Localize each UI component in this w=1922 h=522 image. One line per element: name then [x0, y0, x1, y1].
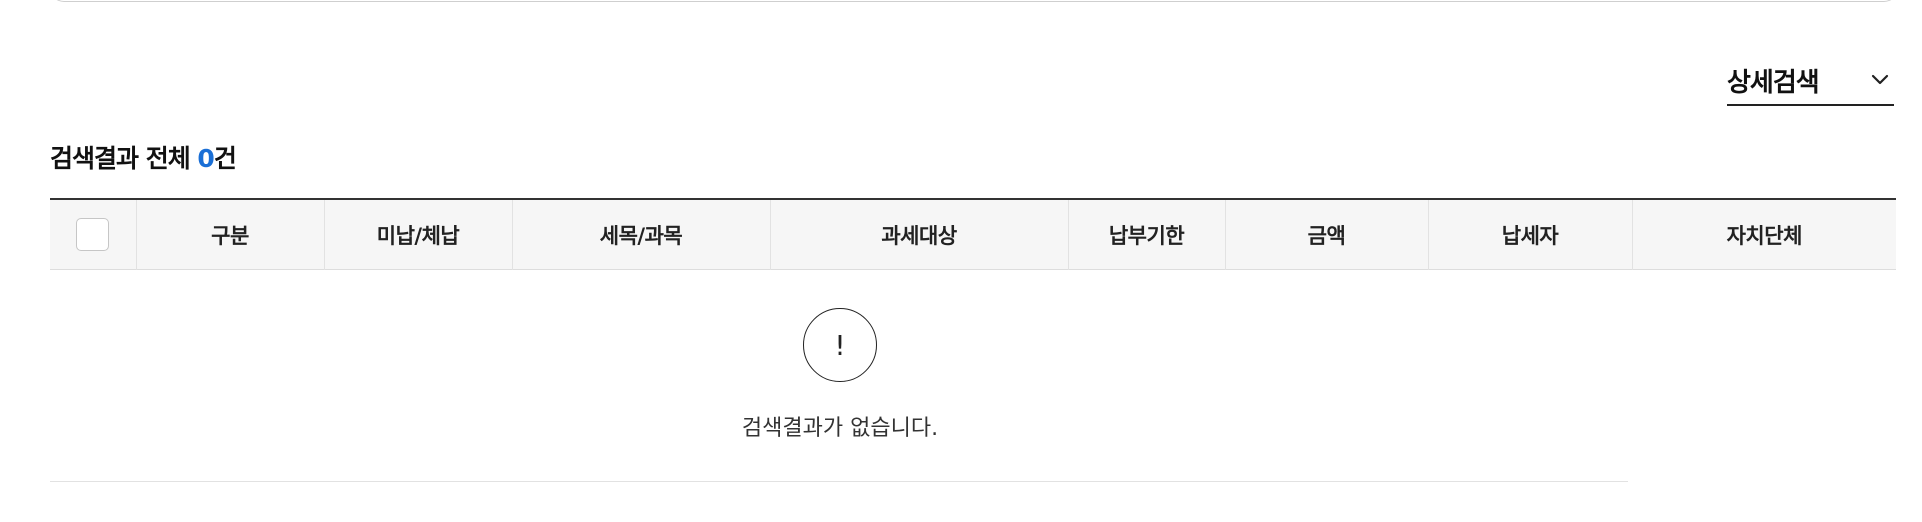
table-header-row: 구분 미납/체납 세목/과목 과세대상 납부기한 금액 납세자 자치단체	[50, 199, 1896, 270]
column-header: 과세대상	[770, 199, 1069, 270]
empty-message: 검색결과가 없습니다.	[741, 416, 939, 441]
result-summary: 검색결과 전체 0건	[50, 139, 237, 175]
select-all-checkbox[interactable]	[76, 218, 110, 251]
column-header: 구분	[136, 199, 325, 270]
chevron-down-icon	[1870, 70, 1890, 90]
exclamation-icon: !	[803, 308, 877, 382]
detail-search-label: 상세검색	[1727, 67, 1820, 98]
detail-search-toggle[interactable]: 상세검색	[1727, 56, 1894, 106]
empty-state: ! 검색결과가 없습니다.	[50, 270, 1628, 482]
result-count: 0	[197, 144, 214, 173]
search-panel	[50, 0, 1898, 2]
result-table: 구분 미납/체납 세목/과목 과세대상 납부기한 금액 납세자 자치단체	[50, 198, 1896, 270]
column-header: 자치단체	[1726, 223, 1803, 248]
column-header: 미납/체납	[324, 199, 513, 270]
column-header: 금액	[1225, 199, 1429, 270]
column-header: 세목/과목	[512, 199, 771, 270]
result-summary-prefix: 검색결과 전체	[50, 144, 198, 173]
result-summary-suffix: 건	[213, 144, 237, 173]
column-header: 납세자	[1428, 199, 1633, 270]
page: 상세검색 검색결과 전체 0건 구분 미납/체납 세목/과목 과세대상 납부기한…	[0, 0, 1922, 522]
column-header: 납부기한	[1068, 199, 1226, 270]
select-all-cell	[50, 199, 137, 270]
